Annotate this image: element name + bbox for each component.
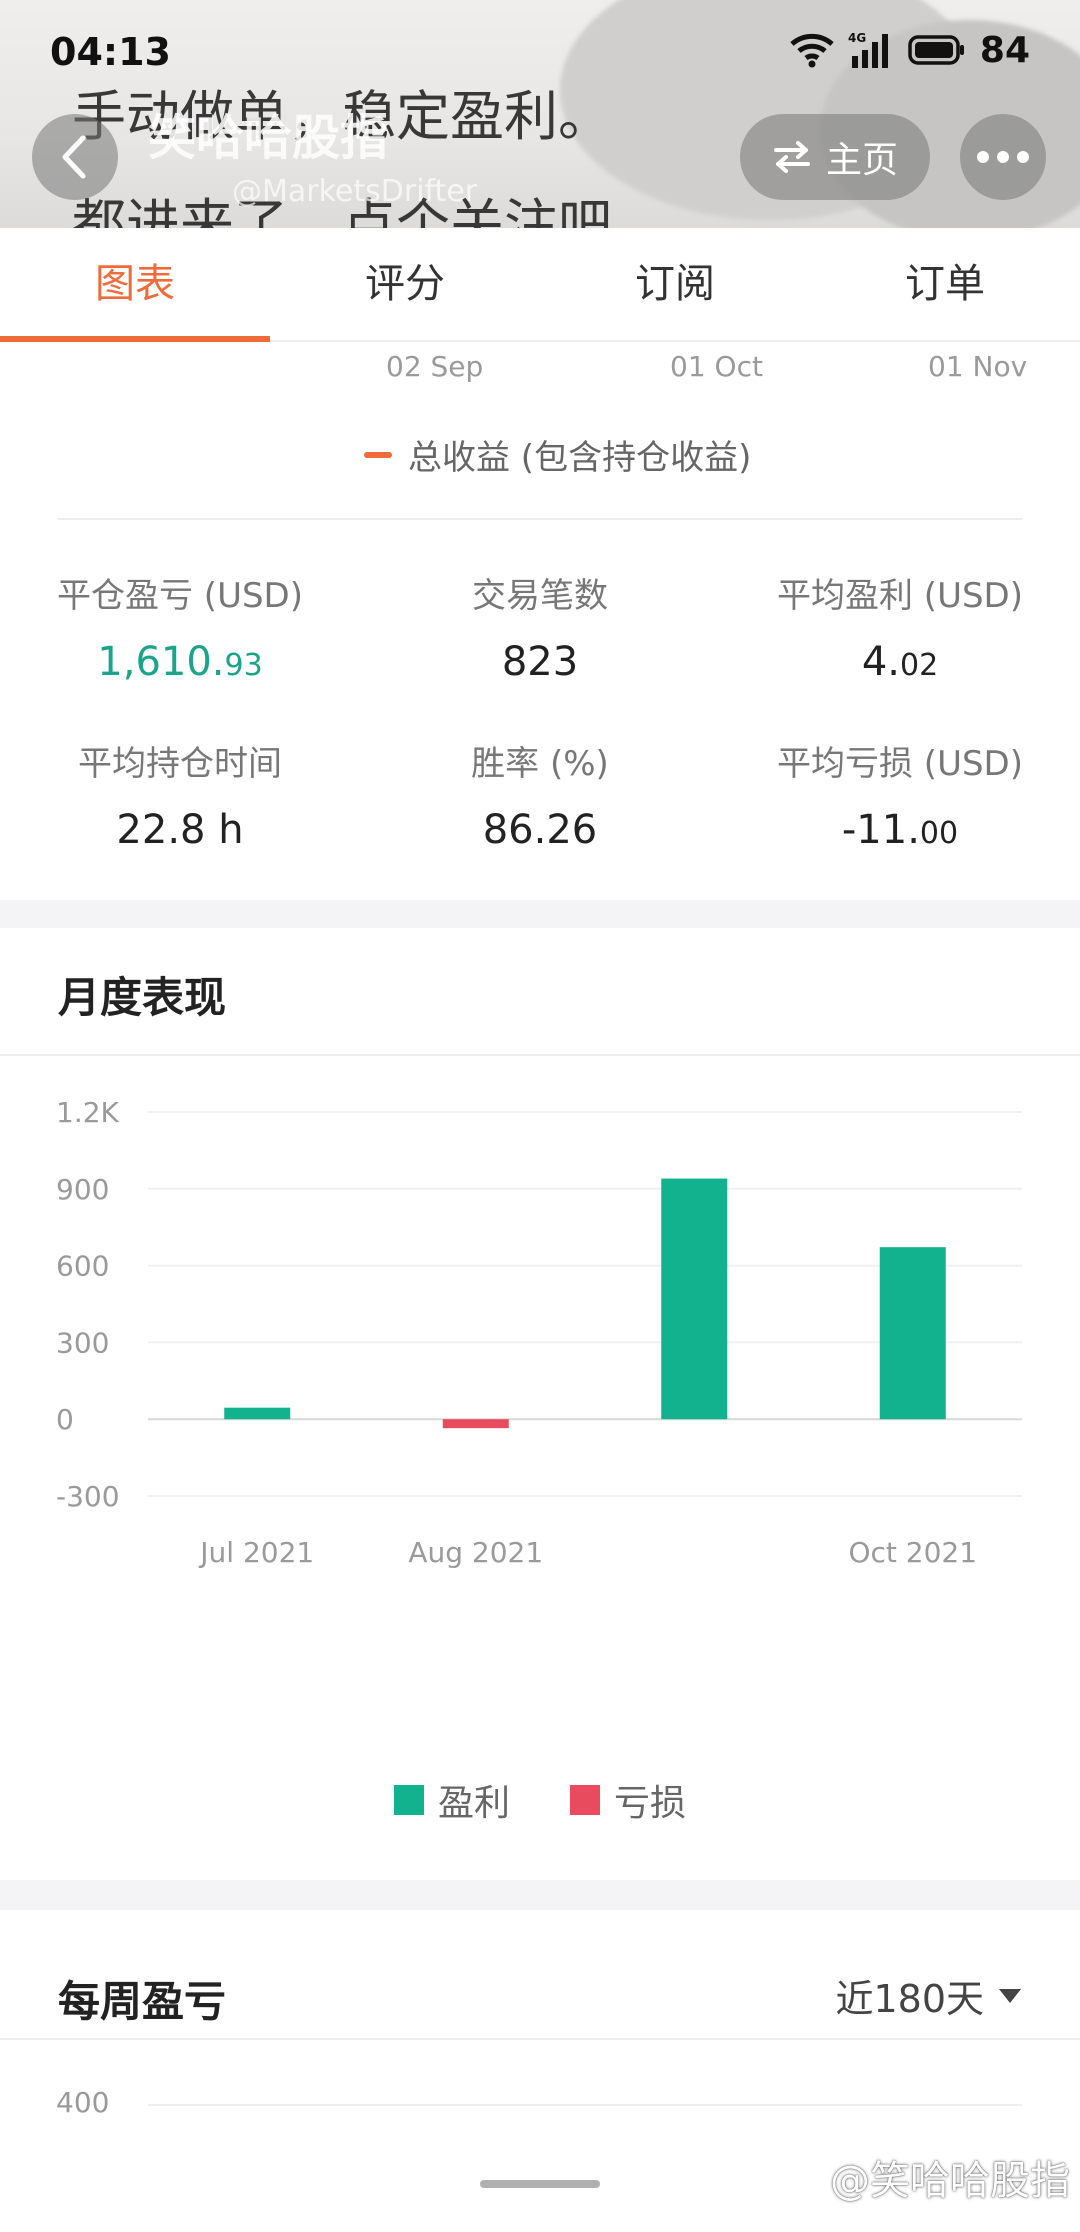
network-type: 4G bbox=[848, 31, 866, 45]
stat-label: 平均盈利 (USD) bbox=[777, 576, 1023, 616]
monthly-legend: 盈利 亏损 bbox=[0, 1774, 1080, 1826]
x-tick-label: Jul 2021 bbox=[198, 1536, 314, 1569]
divider bbox=[58, 518, 1022, 520]
stat-value-dec: 00 bbox=[919, 816, 959, 851]
stat-label: 胜率 (%) bbox=[471, 744, 609, 784]
legend-swatch-loss bbox=[570, 1785, 600, 1815]
switch-icon bbox=[773, 141, 810, 173]
range-dropdown[interactable]: 近180天 bbox=[835, 1968, 1022, 2023]
watermark-text: @笑哈哈股指 bbox=[830, 2158, 1070, 2204]
monthly-performance-card: 月度表现 1.2K 900 600 300 0 -300 Jul 2021 Aug 2021 O… bbox=[0, 928, 1080, 1880]
bar bbox=[224, 1407, 291, 1420]
divider bbox=[0, 2038, 1080, 2040]
summary-card: 02 Sep 01 Oct 01 Nov 总收益 (包含持仓收益) 平仓盈亏 (… bbox=[0, 342, 1080, 900]
stat-label: 平均持仓时间 bbox=[78, 744, 282, 784]
stat-label: 平均亏损 (USD) bbox=[777, 744, 1023, 784]
y-tick-label: 1.2K bbox=[56, 1096, 120, 1129]
monthly-bar-chart: 1.2K 900 600 300 0 -300 Jul 2021 Aug 2021 Oct 20… bbox=[56, 1096, 1022, 1569]
more-button[interactable] bbox=[960, 114, 1046, 200]
x-tick-label: Oct 2021 bbox=[848, 1536, 977, 1569]
equity-legend[interactable]: 总收益 (包含持仓收益) bbox=[364, 430, 751, 479]
status-time: 04:13 bbox=[50, 30, 171, 74]
back-icon bbox=[62, 135, 86, 179]
legend-item-profit[interactable]: 盈利 bbox=[393, 1774, 510, 1826]
monthly-title: 月度表现 bbox=[58, 973, 227, 1022]
weibo-logo-icon bbox=[787, 2162, 822, 2194]
wifi-icon bbox=[790, 33, 834, 68]
equity-x-tick: 01 Nov bbox=[928, 350, 1028, 383]
y-tick-label: 600 bbox=[56, 1250, 109, 1283]
stat-value-int: 1,610. bbox=[97, 639, 225, 685]
stat-avg-loss: 平均亏损 (USD) -11.00 bbox=[720, 736, 1080, 853]
weekly-y-tick: 400 bbox=[56, 2086, 110, 2119]
stat-value: 86.26 bbox=[482, 807, 598, 853]
more-icon bbox=[977, 151, 1029, 163]
stat-win-rate: 胜率 (%) 86.26 bbox=[360, 736, 720, 853]
stat-avg-hold-time: 平均持仓时间 22.8 h bbox=[0, 736, 360, 853]
stat-value: 22.8 h bbox=[116, 807, 244, 853]
home-button-label: 主页 bbox=[825, 140, 898, 181]
status-bar: 04:13 4G 84 bbox=[0, 0, 1080, 100]
tab-orders[interactable]: 订单 bbox=[810, 228, 1080, 340]
home-indicator[interactable] bbox=[480, 2180, 600, 2188]
tab-bar: 图表 评分 订阅 订单 bbox=[0, 228, 1080, 342]
stat-label: 交易笔数 bbox=[472, 576, 608, 616]
x-tick-label: Aug 2021 bbox=[408, 1536, 543, 1569]
watermark: @笑哈哈股指 bbox=[786, 2148, 1070, 2206]
battery-icon bbox=[908, 35, 964, 65]
stat-value-int: -11. bbox=[841, 807, 920, 853]
home-button[interactable]: 主页 bbox=[740, 114, 930, 200]
legend-label-loss: 亏损 bbox=[614, 1783, 687, 1824]
equity-legend-label: 总收益 (包含持仓收益) bbox=[408, 438, 752, 478]
weekly-title: 每周盈亏 bbox=[58, 1977, 227, 2026]
tab-subscribe[interactable]: 订阅 bbox=[540, 228, 810, 340]
status-icons: 4G 84 bbox=[790, 28, 1030, 72]
y-tick-label: 300 bbox=[56, 1326, 109, 1359]
equity-x-tick: 01 Oct bbox=[670, 350, 763, 383]
weekly-grid-line bbox=[148, 2104, 1022, 2106]
stat-value-dec: 02 bbox=[899, 648, 939, 683]
range-dropdown-value: 近180天 bbox=[835, 1977, 984, 2021]
weekly-pl-card: 每周盈亏 近180天 400 @笑哈哈股指 bbox=[0, 1910, 1080, 2232]
legend-item-loss[interactable]: 亏损 bbox=[570, 1774, 686, 1826]
bar bbox=[442, 1419, 509, 1429]
stat-trades: 交易笔数 823 bbox=[360, 568, 720, 685]
stat-label: 平仓盈亏 (USD) bbox=[57, 576, 303, 616]
y-tick-label: -300 bbox=[56, 1480, 120, 1513]
stat-avg-profit: 平均盈利 (USD) 4.02 bbox=[720, 568, 1080, 685]
bar bbox=[661, 1178, 728, 1420]
signal-icon: 4G bbox=[848, 31, 888, 68]
stat-value-int: 4. bbox=[861, 639, 900, 685]
stat-value: 823 bbox=[501, 639, 579, 685]
stat-value: 4.02 bbox=[720, 639, 1080, 685]
stat-value: 1,610.93 bbox=[0, 639, 360, 685]
y-tick-label: 0 bbox=[56, 1403, 74, 1436]
stat-value: -11.00 bbox=[720, 807, 1080, 853]
equity-legend-swatch bbox=[364, 451, 392, 458]
tab-chart[interactable]: 图表 bbox=[0, 228, 270, 342]
tab-rating[interactable]: 评分 bbox=[270, 228, 540, 340]
y-tick-label: 900 bbox=[56, 1173, 109, 1206]
account-title: 笑哈哈股指 bbox=[148, 110, 389, 166]
profile-header: 手动做单，稳定盈利。 都进来了，点个关注吧 笑哈哈股指 @MarketsDrif… bbox=[0, 0, 1080, 228]
chevron-down-icon bbox=[999, 1988, 1021, 2003]
bar bbox=[879, 1247, 946, 1420]
stat-value-dec: 93 bbox=[224, 648, 263, 683]
back-button[interactable] bbox=[32, 114, 118, 200]
account-handle: @MarketsDrifter bbox=[232, 174, 478, 209]
equity-x-tick: 02 Sep bbox=[386, 350, 484, 383]
legend-swatch-profit bbox=[393, 1785, 424, 1815]
battery-level: 84 bbox=[979, 29, 1030, 71]
stat-closed-pl: 平仓盈亏 (USD) 1,610.93 bbox=[0, 568, 360, 685]
legend-label-profit: 盈利 bbox=[437, 1783, 510, 1824]
